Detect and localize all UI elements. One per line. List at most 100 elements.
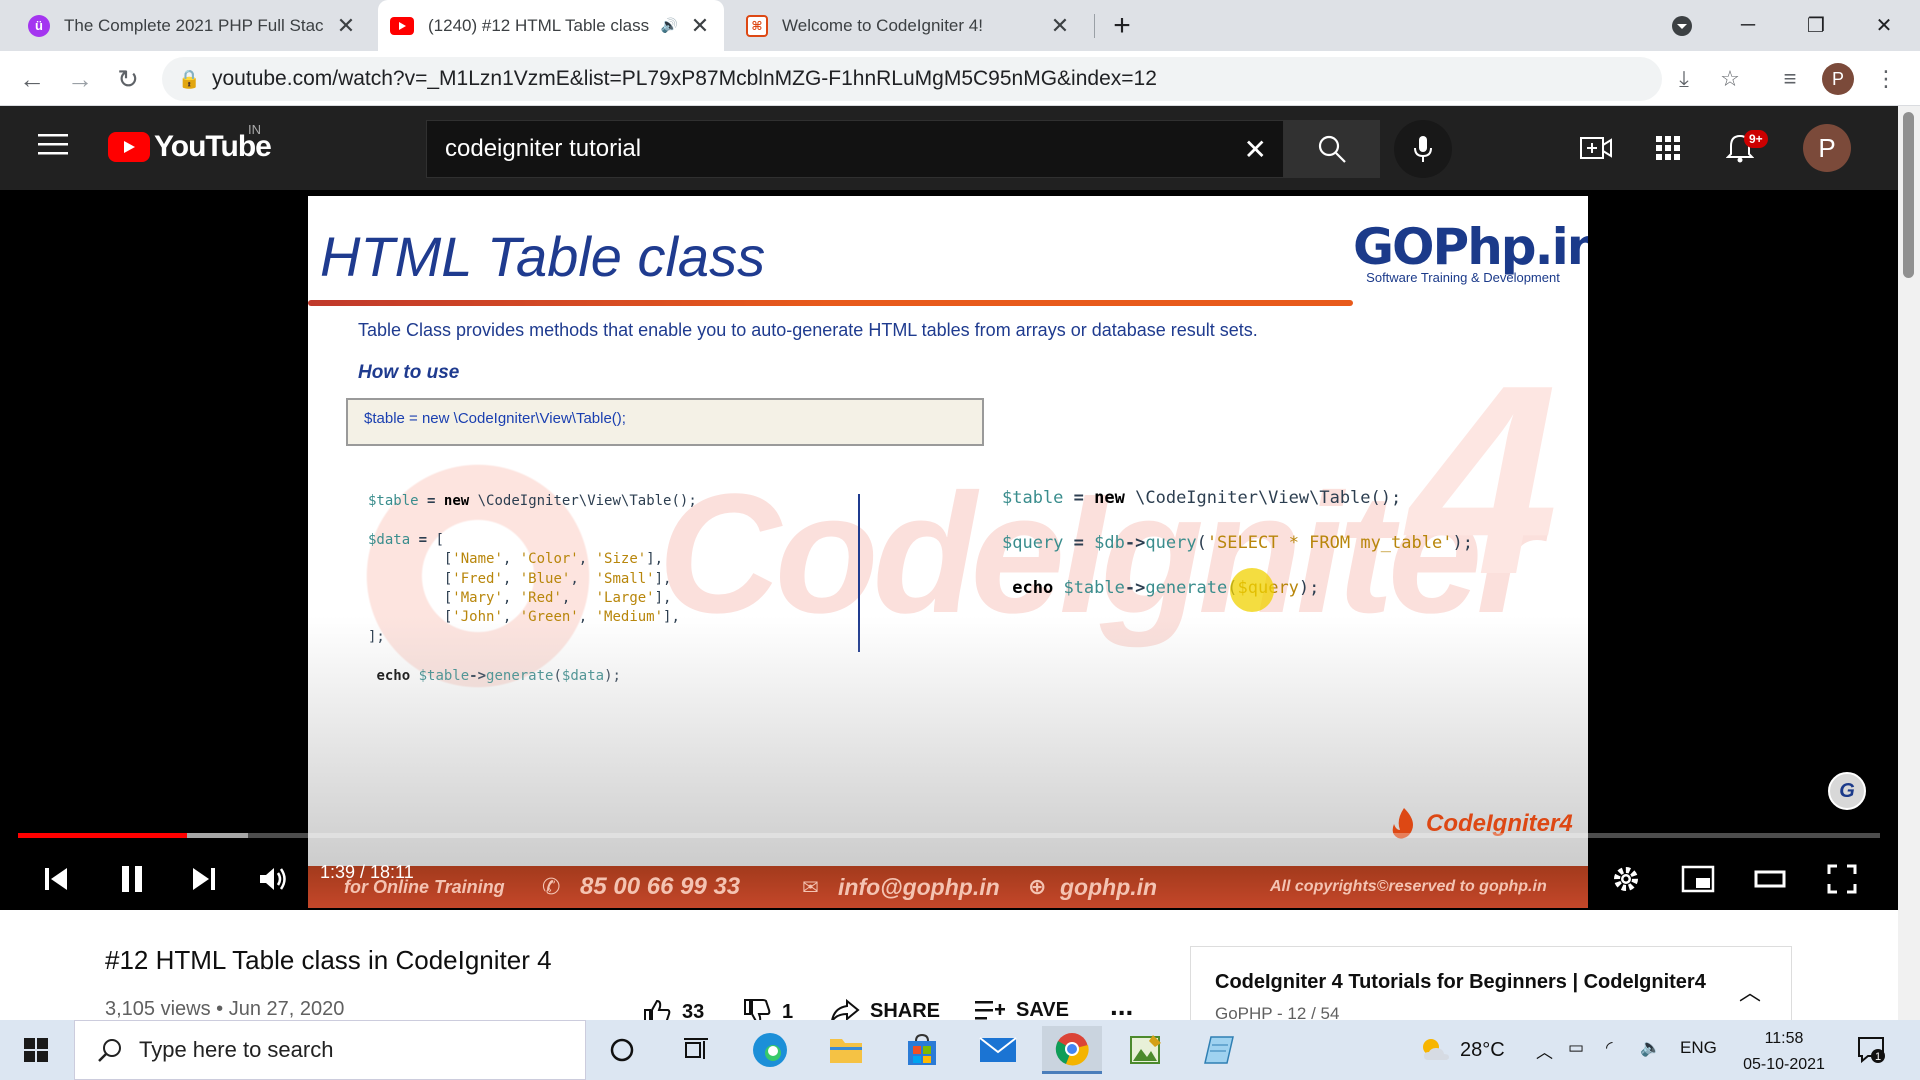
media-control-icon[interactable]: ≡: [1774, 63, 1806, 95]
taskbar-search-placeholder: Type here to search: [139, 1037, 334, 1062]
browser-tab-strip: ü The Complete 2021 PHP Full Stac ✕ (124…: [0, 0, 1920, 51]
speaker-icon[interactable]: 🔊: [661, 17, 678, 34]
install-icon[interactable]: ⤓: [1668, 63, 1700, 95]
new-tab-icon[interactable]: +: [1086, 0, 1158, 51]
fullscreen-icon[interactable]: [1818, 855, 1866, 903]
lock-icon: 🔒: [178, 68, 201, 89]
footer-mail-icon: ✉: [802, 876, 819, 899]
close-icon[interactable]: ✕: [334, 13, 358, 39]
file-explorer-icon[interactable]: [816, 1026, 876, 1074]
windows-taskbar: Type here to search 28°C ︿ ▭ ◜ 🔈 ENG 11:…: [0, 1020, 1920, 1080]
menu-dots-icon[interactable]: ⋮: [1870, 63, 1902, 95]
video-player[interactable]: CodeIgniter 4 HTML Table class GOPhp.in …: [0, 190, 1898, 910]
language-indicator[interactable]: ENG: [1680, 1038, 1717, 1058]
search-icon: [1318, 135, 1346, 163]
codeigniter-icon: ⌘: [746, 14, 768, 37]
clear-search-icon[interactable]: ✕: [1244, 133, 1267, 166]
country-code: IN: [248, 122, 261, 137]
url-field[interactable]: 🔒 youtube.com/watch?v=_M1Lzn1VzmE&list=P…: [162, 57, 1662, 101]
page-scrollbar[interactable]: [1898, 106, 1920, 1020]
chrome-icon[interactable]: [1042, 1026, 1102, 1074]
weather-widget[interactable]: 28°C: [1418, 1036, 1505, 1064]
slide-bottom-fade: [308, 616, 1588, 908]
tab-search-icon[interactable]: [1648, 0, 1716, 51]
udemy-icon: ü: [28, 14, 50, 37]
slide-description: Table Class provides methods that enable…: [358, 320, 1258, 340]
forward-icon[interactable]: →: [62, 61, 98, 97]
settings-gear-icon[interactable]: [1602, 855, 1650, 903]
taskbar-search-input[interactable]: Type here to search: [74, 1020, 586, 1080]
tab-codeigniter[interactable]: ⌘ Welcome to CodeIgniter 4! ✕: [734, 0, 1084, 51]
profile-avatar[interactable]: P: [1822, 63, 1854, 95]
youtube-avatar[interactable]: P: [1803, 124, 1851, 172]
progress-bar[interactable]: [18, 833, 1880, 838]
pause-icon[interactable]: [108, 855, 156, 903]
notification-count: 1: [1875, 1051, 1881, 1063]
footer-phone: 85 00 66 99 33: [580, 873, 741, 900]
create-video-icon[interactable]: [1578, 130, 1614, 166]
more-actions-button[interactable]: ...: [1110, 990, 1133, 1022]
next-icon[interactable]: [180, 855, 228, 903]
task-view-icon[interactable]: [666, 1026, 726, 1074]
search-button[interactable]: [1284, 120, 1380, 178]
action-center-icon[interactable]: 1: [1856, 1034, 1886, 1069]
apps-grid-icon[interactable]: [1650, 130, 1686, 166]
hamburger-menu-icon[interactable]: [38, 132, 68, 161]
volume-icon[interactable]: [250, 855, 298, 903]
reload-icon[interactable]: ↻: [110, 61, 146, 97]
gophp-brand-name: GOPhp.in: [1353, 218, 1588, 276]
notification-badge: 9+: [1744, 130, 1768, 148]
footer-phone-icon: ✆: [542, 874, 561, 899]
add-to-playlist-icon: [975, 1001, 1005, 1020]
presenter-cursor-highlight: [1230, 568, 1274, 612]
start-button[interactable]: [0, 1020, 72, 1080]
youtube-logo[interactable]: YouTube IN: [108, 122, 272, 164]
init-code-box: $table = new \CodeIgniter\View\Table();: [346, 398, 984, 446]
cortana-icon[interactable]: [592, 1026, 652, 1074]
slide-footer-banner: for Online Training ✆ 85 00 66 99 33 ✉ i…: [308, 866, 1588, 908]
bookmark-star-icon[interactable]: ☆: [1714, 63, 1746, 95]
youtube-header: YouTube IN codeigniter tutorial ✕: [0, 106, 1920, 190]
mail-icon[interactable]: [968, 1026, 1028, 1074]
tab-udemy[interactable]: ü The Complete 2021 PHP Full Stac ✕: [16, 0, 370, 51]
progress-played: [18, 833, 187, 838]
url-text: youtube.com/watch?v=_M1Lzn1VzmE&list=PL7…: [212, 67, 1157, 90]
chevron-up-icon[interactable]: ︿: [1739, 975, 1761, 1007]
footer-globe-icon: ⊕: [1028, 874, 1047, 899]
notepad-icon[interactable]: [1190, 1026, 1250, 1074]
image-editor-icon[interactable]: [1116, 1026, 1176, 1074]
battery-icon[interactable]: ▭: [1568, 1038, 1584, 1058]
close-window-icon[interactable]: ✕: [1850, 0, 1918, 51]
microphone-button[interactable]: [1394, 120, 1452, 178]
init-code-text: $table = new \CodeIgniter\View\Table();: [364, 410, 626, 427]
youtube-play-icon: [108, 132, 150, 162]
theater-mode-icon[interactable]: [1746, 855, 1794, 903]
close-icon[interactable]: ✕: [688, 13, 712, 39]
windows-logo-icon: [24, 1038, 48, 1062]
show-hidden-icons-icon[interactable]: ︿: [1536, 1038, 1553, 1063]
tab-title: Welcome to CodeIgniter 4!: [782, 15, 983, 35]
miniplayer-icon[interactable]: [1674, 855, 1722, 903]
restore-icon[interactable]: ❐: [1782, 0, 1850, 51]
video-title: #12 HTML Table class in CodeIgniter 4: [105, 945, 552, 975]
scrollbar-thumb[interactable]: [1903, 112, 1914, 278]
minimize-icon[interactable]: ─: [1714, 0, 1782, 51]
footer-website: gophp.in: [1060, 873, 1158, 900]
youtube-icon: [390, 16, 414, 35]
previous-icon[interactable]: [32, 855, 80, 903]
footer-email: info@gophp.in: [838, 873, 1000, 900]
edge-icon[interactable]: [740, 1026, 800, 1074]
tab-title: (1240) #12 HTML Table class: [428, 15, 650, 35]
back-icon[interactable]: ←: [14, 61, 50, 97]
speaker-tray-icon[interactable]: 🔈: [1640, 1038, 1661, 1058]
system-clock[interactable]: 11:58 05-10-2021: [1734, 1026, 1834, 1078]
search-input[interactable]: codeigniter tutorial ✕: [426, 120, 1284, 178]
save-button[interactable]: SAVE: [974, 998, 1069, 1022]
tab-title: The Complete 2021 PHP Full Stac: [64, 15, 324, 35]
wifi-icon[interactable]: ◜: [1606, 1038, 1613, 1058]
close-icon[interactable]: ✕: [1048, 13, 1072, 39]
microsoft-store-icon[interactable]: [892, 1026, 952, 1074]
slide-howto-heading: How to use: [358, 362, 460, 383]
tab-youtube[interactable]: (1240) #12 HTML Table class 🔊 ✕: [378, 0, 724, 51]
clock-time: 11:58: [1764, 1030, 1804, 1047]
